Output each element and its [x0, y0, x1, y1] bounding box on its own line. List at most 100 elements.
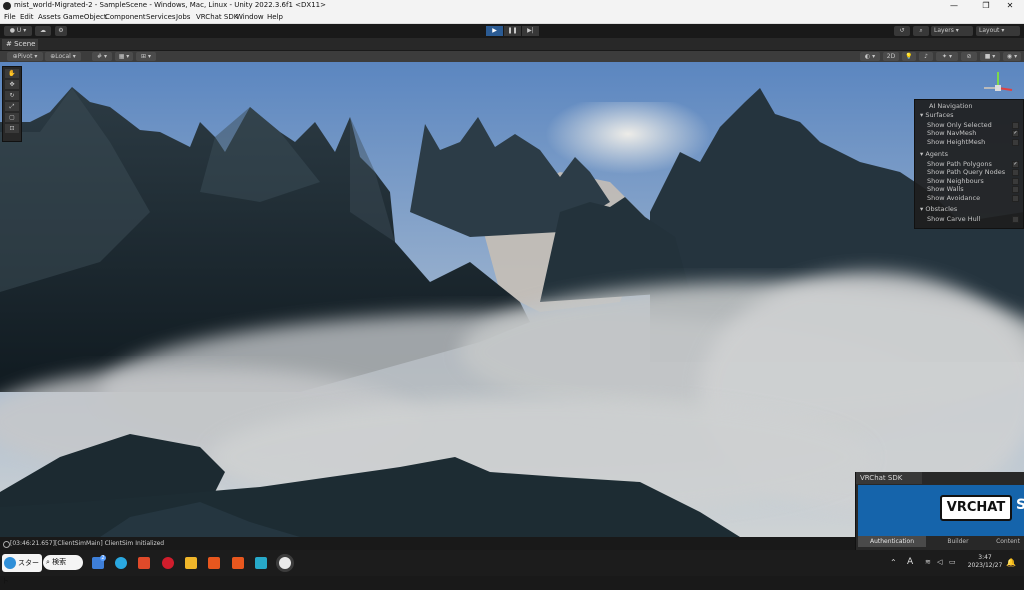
agents-label: Agents	[925, 150, 948, 158]
app-icon-teal[interactable]	[255, 557, 267, 569]
show-walls-checkbox[interactable]	[1012, 186, 1019, 193]
speaker-icon[interactable]: ◁	[937, 558, 942, 566]
audio-toggle[interactable]: ♪	[919, 52, 933, 61]
menu-assets[interactable]: Assets	[38, 13, 61, 21]
console-status-message: [03:46:21.657][ClientSimMain] ClientSim …	[10, 540, 165, 547]
play-button[interactable]: ▶	[486, 26, 503, 36]
edge-browser-icon[interactable]	[115, 557, 127, 569]
app-icon-orange-1[interactable]	[208, 557, 220, 569]
effects-dropdown[interactable]: ✦ ▾	[936, 52, 958, 61]
scene-tab-bar: # Scene	[0, 38, 1024, 51]
opera-browser-icon[interactable]	[162, 557, 174, 569]
grid-plane-icon: ▦	[118, 53, 125, 60]
show-heightmesh-checkbox[interactable]	[1012, 139, 1019, 146]
menu-edit[interactable]: Edit	[20, 13, 34, 21]
lighting-toggle[interactable]: 💡	[902, 52, 916, 61]
tab-builder[interactable]: Builder	[928, 536, 988, 547]
services-button[interactable]: ⚙	[55, 26, 67, 36]
tab-authentication[interactable]: Authentication	[858, 536, 926, 547]
view-tool-hand-icon[interactable]: ✋	[5, 69, 19, 78]
menu-component[interactable]: Component	[105, 13, 146, 21]
transform-tool-icon[interactable]: ⊡	[5, 124, 19, 133]
menu-help[interactable]: Help	[267, 13, 283, 21]
close-button[interactable]: ✕	[996, 0, 1024, 12]
scale-tool-icon[interactable]: ⤢	[5, 102, 19, 111]
rotate-tool-icon[interactable]: ↻	[5, 91, 19, 100]
effects-icon: ✦	[942, 53, 948, 60]
unity-taskbar-icon[interactable]	[279, 557, 291, 569]
status-bar[interactable]: [03:46:21.657][ClientSimMain] ClientSim …	[0, 537, 855, 550]
show-avoidance-checkbox[interactable]	[1012, 195, 1019, 202]
menu-vrchat-sdk[interactable]: VRChat SDK	[196, 13, 238, 21]
pause-button[interactable]: ❚❚	[504, 26, 521, 36]
menu-jobs[interactable]: Jobs	[176, 13, 190, 21]
brave-browser-icon[interactable]	[138, 557, 150, 569]
search-button[interactable]: ⌕	[913, 26, 929, 36]
show-only-selected-label: Show Only Selected	[927, 121, 992, 129]
tab-content[interactable]: Content	[990, 536, 1024, 547]
history-button[interactable]: ↺	[894, 26, 910, 36]
show-neighbours-label: Show Neighbours	[927, 177, 984, 185]
collab-button[interactable]: ☁	[35, 26, 51, 36]
battery-icon[interactable]: ▭	[949, 558, 956, 566]
notification-bell-icon[interactable]: 🔔	[1006, 558, 1016, 567]
hidden-objects-toggle[interactable]: ⊘	[961, 52, 977, 61]
obstacles-header[interactable]: ▾ Obstacles	[920, 205, 957, 213]
surfaces-label: Surfaces	[925, 111, 954, 119]
pivot-dropdown[interactable]: ⊕Pivot ▾	[7, 52, 43, 61]
minimize-button[interactable]: —	[940, 0, 968, 12]
tool-palette: ✋ ✥ ↻ ⤢ ▢ ⊡	[2, 66, 22, 142]
show-path-polygons-checkbox[interactable]: ✓	[1012, 161, 1019, 168]
file-explorer-icon[interactable]	[185, 557, 197, 569]
taskbar: スタート ⌕ 検索 2 ⌃ A ≋ ◁ ▭ 3:47 2023/12/27 🔔	[0, 550, 1024, 585]
move-tool-icon[interactable]: ✥	[5, 80, 19, 89]
app-icon-orange-2[interactable]	[232, 557, 244, 569]
local-dropdown[interactable]: ⊕Local ▾	[45, 52, 81, 61]
info-icon	[3, 541, 10, 548]
2d-toggle[interactable]: 2D	[883, 52, 899, 61]
tray-chevron-icon[interactable]: ⌃	[890, 558, 897, 567]
show-path-query-nodes-checkbox[interactable]	[1012, 169, 1019, 176]
layout-dropdown[interactable]: Layout ▾	[976, 26, 1020, 36]
surfaces-header[interactable]: ▾ Surfaces	[920, 111, 954, 119]
grid-snap-button[interactable]: # ▾	[92, 52, 112, 61]
account-button[interactable]: ● U ▾	[4, 26, 32, 36]
menu-file[interactable]: File	[4, 13, 16, 21]
rect-tool-icon[interactable]: ▢	[5, 113, 19, 122]
clock-date[interactable]: 2023/12/27	[964, 562, 1006, 569]
step-icon: ▶|	[527, 27, 534, 34]
menu-services[interactable]: Services	[146, 13, 176, 21]
step-button[interactable]: ▶|	[522, 26, 539, 36]
account-label: U	[16, 27, 22, 34]
grid-icon: #	[97, 53, 103, 60]
shading-mode-button[interactable]: ◐ ▾	[860, 52, 880, 61]
taskbar-search-box[interactable]: ⌕ 検索	[43, 555, 83, 570]
eye-slash-icon: ⊘	[966, 53, 972, 60]
camera-dropdown[interactable]: ■ ▾	[980, 52, 1000, 61]
show-neighbours-checkbox[interactable]	[1012, 178, 1019, 185]
show-path-query-nodes-label: Show Path Query Nodes	[927, 168, 1006, 176]
ime-indicator[interactable]: A	[907, 557, 913, 567]
menu-gameobject[interactable]: GameObject	[63, 13, 107, 21]
menu-bar: File Edit Assets GameObject Component Se…	[0, 12, 1024, 24]
scene-tab-icon: #	[6, 40, 12, 48]
show-navmesh-checkbox[interactable]: ✓	[1012, 130, 1019, 137]
grid-visibility-button[interactable]: ▦ ▾	[115, 52, 133, 61]
notification-badge: 2	[100, 555, 106, 561]
show-heightmesh-label: Show HeightMesh	[927, 138, 986, 146]
show-carve-hull-checkbox[interactable]	[1012, 216, 1019, 223]
agents-header[interactable]: ▾ Agents	[920, 150, 948, 158]
main-toolbar: ● U ▾ ☁ ⚙ ▶ ❚❚ ▶| ↺ ⌕ Layers ▾ Layout ▾	[0, 24, 1024, 38]
gizmos-dropdown[interactable]: ◉ ▾	[1003, 52, 1021, 61]
show-navmesh-label: Show NavMesh	[927, 129, 977, 137]
tab-scene[interactable]: # Scene	[2, 39, 38, 50]
scene-viewport[interactable]	[0, 62, 1024, 537]
show-only-selected-checkbox[interactable]	[1012, 122, 1019, 129]
tab-vrchat-sdk[interactable]: VRChat SDK	[856, 472, 922, 484]
wifi-icon[interactable]: ≋	[925, 558, 931, 566]
clock-time[interactable]: 3:47	[968, 554, 1002, 561]
layers-dropdown[interactable]: Layers ▾	[931, 26, 973, 36]
menu-window[interactable]: Window	[236, 13, 264, 21]
increment-snap-button[interactable]: ⊞ ▾	[136, 52, 156, 61]
start-button[interactable]: スタート	[2, 554, 42, 585]
